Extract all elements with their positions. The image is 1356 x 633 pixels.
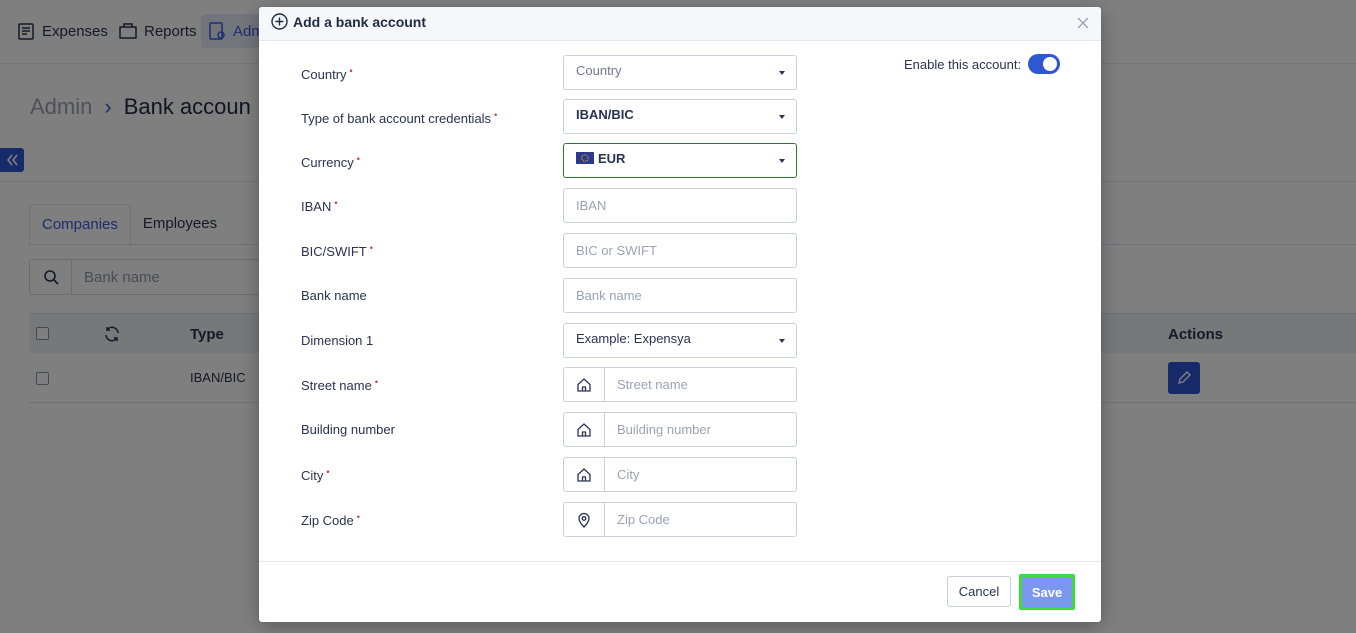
currency-label: Currency • xyxy=(301,154,360,170)
country-select[interactable]: Country xyxy=(563,55,797,90)
cancel-button[interactable]: Cancel xyxy=(947,576,1011,607)
credentials-type-select[interactable]: IBAN/BIC xyxy=(563,99,797,134)
enable-account: Enable this account: xyxy=(904,54,1061,74)
bank-name-input[interactable] xyxy=(564,279,796,312)
home-icon xyxy=(564,368,605,401)
city-input[interactable] xyxy=(605,458,796,491)
dimension1-select-value: Example: Expensya xyxy=(576,330,691,346)
iban-label: IBAN • xyxy=(301,198,338,214)
zip-input[interactable] xyxy=(605,503,796,536)
country-label: Country • xyxy=(301,66,353,82)
enable-account-toggle[interactable] xyxy=(1028,54,1061,74)
country-select-value: Country xyxy=(576,62,622,78)
caret-down-icon xyxy=(779,114,785,119)
bank-name-field-wrap xyxy=(563,278,797,313)
dimension1-label: Dimension 1 xyxy=(301,333,374,348)
credentials-type-label: Type of bank account credentials • xyxy=(301,110,497,126)
caret-down-icon xyxy=(779,70,785,75)
credentials-type-select-value: IBAN/BIC xyxy=(576,106,634,122)
caret-down-icon xyxy=(779,158,785,163)
close-icon xyxy=(1077,17,1089,29)
credentials-type-label-text: Type of bank account credentials xyxy=(301,111,492,126)
map-pin-icon xyxy=(564,503,605,536)
dialog-header: Add a bank account xyxy=(259,7,1101,41)
city-label: City • xyxy=(301,467,330,483)
caret-down-icon xyxy=(779,338,785,343)
building-label: Building number xyxy=(301,422,395,437)
building-input[interactable] xyxy=(605,413,796,446)
street-field-wrap xyxy=(563,367,797,402)
required-marker: • xyxy=(356,154,360,164)
bic-label: BIC/SWIFT • xyxy=(301,243,373,259)
zip-label: Zip Code • xyxy=(301,512,360,528)
dimension1-select[interactable]: Example: Expensya xyxy=(563,323,797,358)
footer-divider xyxy=(259,561,1101,562)
street-label: Street name • xyxy=(301,377,378,393)
required-marker: • xyxy=(374,377,378,387)
zip-field-wrap xyxy=(563,502,797,537)
bic-field-wrap xyxy=(563,233,797,268)
dialog-title-text: Add a bank account xyxy=(293,13,427,30)
add-bank-account-dialog: Add a bank account Enable this account: … xyxy=(259,7,1101,622)
iban-label-text: IBAN xyxy=(301,199,332,214)
street-label-text: Street name xyxy=(301,378,372,393)
city-field-wrap xyxy=(563,457,797,492)
city-label-text: City xyxy=(301,468,324,483)
required-marker: • xyxy=(334,198,338,208)
save-button[interactable]: Save xyxy=(1019,574,1075,610)
currency-label-text: Currency xyxy=(301,155,354,170)
currency-select[interactable]: EUR xyxy=(563,143,797,178)
currency-select-value: EUR xyxy=(598,150,626,166)
building-field-wrap xyxy=(563,412,797,447)
enable-account-label: Enable this account: xyxy=(904,56,1022,72)
eu-flag-icon xyxy=(576,152,594,164)
close-button[interactable] xyxy=(1075,15,1091,31)
iban-field-wrap xyxy=(563,188,797,223)
required-marker: • xyxy=(326,467,330,477)
street-input[interactable] xyxy=(605,368,796,401)
bank-name-label: Bank name xyxy=(301,288,367,303)
plus-circle-icon xyxy=(271,13,288,30)
home-icon xyxy=(564,413,605,446)
country-label-text: Country xyxy=(301,67,347,82)
required-marker: • xyxy=(369,243,373,253)
home-icon xyxy=(564,458,605,491)
required-marker: • xyxy=(356,512,360,522)
dialog-title: Add a bank account xyxy=(271,13,426,30)
zip-label-text: Zip Code xyxy=(301,513,354,528)
bic-input[interactable] xyxy=(564,234,796,267)
required-marker: • xyxy=(349,66,353,76)
bic-label-text: BIC/SWIFT xyxy=(301,244,367,259)
iban-input[interactable] xyxy=(564,189,796,222)
required-marker: • xyxy=(494,110,498,120)
